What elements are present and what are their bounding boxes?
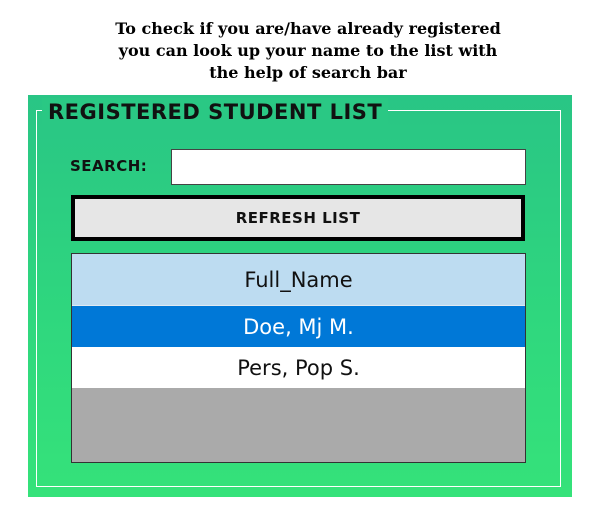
intro-text: To check if you are/have already registe… — [0, 18, 596, 84]
registered-student-panel: REGISTERED STUDENT LIST SEARCH: REFRESH … — [28, 95, 572, 497]
refresh-list-button[interactable]: REFRESH LIST — [71, 195, 525, 241]
page: To check if you are/have already registe… — [0, 0, 596, 514]
intro-line-3: the help of search bar — [209, 63, 407, 82]
search-label: SEARCH: — [70, 157, 148, 175]
intro-line-2: you can look up your name to the list wi… — [118, 41, 498, 60]
intro-line-1: To check if you are/have already registe… — [115, 19, 501, 38]
student-list[interactable]: Full_Name Doe, Mj M. Pers, Pop S. — [71, 253, 526, 463]
search-input[interactable] — [171, 149, 526, 185]
list-item[interactable]: Pers, Pop S. — [72, 347, 525, 388]
group-box-title: REGISTERED STUDENT LIST — [42, 98, 389, 126]
list-item[interactable]: Doe, Mj M. — [72, 306, 525, 347]
column-header-full-name[interactable]: Full_Name — [72, 254, 525, 306]
